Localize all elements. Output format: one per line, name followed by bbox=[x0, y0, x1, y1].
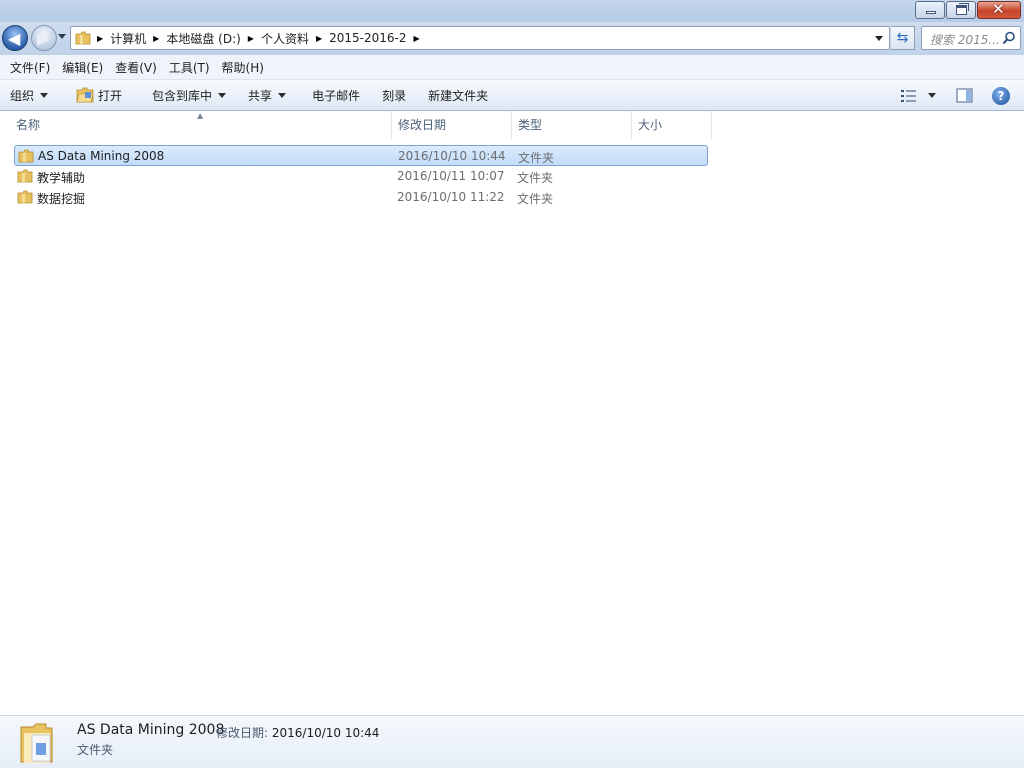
chevron-down-icon bbox=[40, 92, 49, 98]
share-button[interactable]: 共享 bbox=[240, 80, 294, 111]
breadcrumb-separator-icon[interactable]: ▶ bbox=[246, 34, 256, 43]
folder-icon bbox=[18, 149, 34, 163]
folder-icon bbox=[75, 31, 91, 45]
file-row[interactable]: AS Data Mining 2008 2016/10/10 10:44 文件夹 bbox=[14, 145, 708, 166]
column-date-header[interactable]: 修改日期 bbox=[392, 111, 512, 139]
file-type: 文件夹 bbox=[518, 151, 555, 165]
new-folder-button[interactable]: 新建文件夹 bbox=[420, 80, 496, 111]
folder-icon bbox=[17, 190, 33, 204]
file-date: 2016/10/10 10:44 bbox=[398, 149, 506, 163]
breadcrumb-drive-d[interactable]: 本地磁盘 (D:) bbox=[161, 30, 245, 47]
close-icon: ✕ bbox=[992, 0, 1005, 18]
column-type-header[interactable]: 类型 bbox=[512, 111, 632, 139]
breadcrumb-personal[interactable]: 个人资料 bbox=[256, 30, 314, 47]
include-library-label: 包含到库中 bbox=[152, 88, 213, 103]
breadcrumb-separator-icon[interactable]: ▶ bbox=[314, 34, 324, 43]
restore-icon bbox=[956, 5, 967, 15]
search-icon[interactable] bbox=[1002, 31, 1016, 45]
search-input[interactable]: 搜索 2015... bbox=[921, 26, 1021, 50]
file-name: 数据挖掘 bbox=[37, 192, 86, 206]
details-date-value: 2016/10/10 10:44 bbox=[271, 726, 380, 740]
help-button[interactable]: ? bbox=[992, 80, 1010, 111]
include-in-library-button[interactable]: 包含到库中 bbox=[144, 80, 234, 111]
column-name-label: 名称 bbox=[16, 118, 41, 132]
open-button[interactable]: 打开 bbox=[68, 80, 130, 111]
file-type: 文件夹 bbox=[517, 171, 554, 185]
folder-icon bbox=[17, 169, 33, 183]
breadcrumb-computer[interactable]: 计算机 bbox=[105, 30, 151, 47]
file-date: 2016/10/10 11:22 bbox=[397, 190, 505, 204]
chevron-down-icon bbox=[928, 93, 936, 98]
forward-arrow-icon: ▶ bbox=[37, 29, 50, 48]
burn-button[interactable]: 刻录 bbox=[374, 80, 414, 111]
file-type: 文件夹 bbox=[517, 192, 554, 206]
forward-button[interactable]: ▶ bbox=[31, 25, 57, 51]
preview-pane-icon bbox=[956, 88, 973, 102]
details-date-label: 修改日期: 2016/10/10 10:44 bbox=[216, 724, 379, 741]
breadcrumb-separator-icon[interactable]: ▶ bbox=[412, 34, 422, 43]
file-date: 2016/10/11 10:07 bbox=[397, 169, 505, 183]
title-bar: ✕ bbox=[0, 0, 1024, 22]
menu-file[interactable]: 文件(F) bbox=[4, 59, 56, 76]
close-button[interactable]: ✕ bbox=[977, 0, 1021, 19]
details-item-type: 文件夹 bbox=[77, 743, 114, 757]
help-icon: ? bbox=[992, 86, 1010, 105]
search-placeholder: 搜索 2015... bbox=[930, 33, 1000, 47]
details-view-icon bbox=[901, 89, 916, 102]
address-history-dropdown-icon[interactable] bbox=[875, 36, 883, 41]
file-name: 教学辅助 bbox=[37, 171, 86, 185]
back-button[interactable]: ◀ bbox=[2, 25, 28, 51]
share-label: 共享 bbox=[248, 88, 273, 103]
organize-button[interactable]: 组织 bbox=[0, 80, 56, 111]
address-row: ◀ ▶ ▶ 计算机 ▶ 本地磁盘 (D:) ▶ 个人资料 ▶ 2015-2016… bbox=[0, 22, 1024, 55]
minimize-icon bbox=[926, 11, 936, 14]
view-options-button[interactable] bbox=[900, 80, 936, 111]
details-pane: AS Data Mining 2008 修改日期: 2016/10/10 10:… bbox=[0, 715, 1024, 768]
chevron-down-icon bbox=[218, 92, 227, 98]
open-folder-icon bbox=[76, 87, 94, 103]
sort-ascending-icon: ▲ bbox=[197, 111, 204, 120]
refresh-icon: ⇆ bbox=[896, 30, 909, 46]
burn-label: 刻录 bbox=[382, 88, 407, 103]
preview-pane-button[interactable] bbox=[956, 80, 974, 111]
menu-tools[interactable]: 工具(T) bbox=[163, 59, 216, 76]
command-bar: 组织 打开 包含到库中 共享 电子邮件 刻录 新建文件夹 ? bbox=[0, 80, 1024, 111]
column-size-label: 大小 bbox=[638, 118, 663, 132]
restore-button[interactable] bbox=[946, 1, 976, 19]
large-folder-icon bbox=[20, 723, 53, 763]
breadcrumb-separator-icon[interactable]: ▶ bbox=[151, 34, 161, 43]
back-arrow-icon: ◀ bbox=[8, 29, 21, 48]
email-label: 电子邮件 bbox=[312, 88, 361, 103]
menu-edit[interactable]: 编辑(E) bbox=[56, 59, 109, 76]
organize-label: 组织 bbox=[10, 88, 35, 103]
breadcrumb-current[interactable]: 2015-2016-2 bbox=[324, 31, 411, 45]
minimize-button[interactable] bbox=[915, 1, 945, 19]
file-row[interactable]: 教学辅助 2016/10/11 10:07 文件夹 bbox=[14, 166, 708, 187]
details-date-label-text: 修改日期: bbox=[216, 726, 269, 740]
menu-help[interactable]: 帮助(H) bbox=[216, 59, 270, 76]
file-name: AS Data Mining 2008 bbox=[38, 149, 165, 163]
menu-bar: 文件(F) 编辑(E) 查看(V) 工具(T) 帮助(H) bbox=[0, 55, 1024, 80]
breadcrumb-separator-icon[interactable]: ▶ bbox=[95, 34, 105, 43]
recent-pages-dropdown-icon[interactable] bbox=[58, 34, 66, 39]
new-folder-label: 新建文件夹 bbox=[428, 88, 489, 103]
file-row[interactable]: 数据挖掘 2016/10/10 11:22 文件夹 bbox=[14, 187, 708, 208]
column-date-label: 修改日期 bbox=[398, 118, 447, 132]
open-label: 打开 bbox=[98, 88, 123, 103]
column-size-header[interactable]: 大小 bbox=[632, 111, 712, 139]
menu-view[interactable]: 查看(V) bbox=[109, 59, 163, 76]
email-button[interactable]: 电子邮件 bbox=[304, 80, 368, 111]
column-headers: 名称 ▲ 修改日期 类型 大小 bbox=[0, 111, 712, 139]
column-type-label: 类型 bbox=[518, 118, 543, 132]
address-bar[interactable]: ▶ 计算机 ▶ 本地磁盘 (D:) ▶ 个人资料 ▶ 2015-2016-2 ▶ bbox=[70, 26, 890, 50]
refresh-button[interactable]: ⇆ bbox=[891, 26, 915, 50]
chevron-down-icon bbox=[278, 92, 287, 98]
file-list-pane: 名称 ▲ 修改日期 类型 大小 AS Data Mining 2008 2016… bbox=[0, 111, 1024, 715]
window-controls: ✕ bbox=[914, 0, 1021, 19]
details-item-name: AS Data Mining 2008 bbox=[77, 722, 225, 738]
